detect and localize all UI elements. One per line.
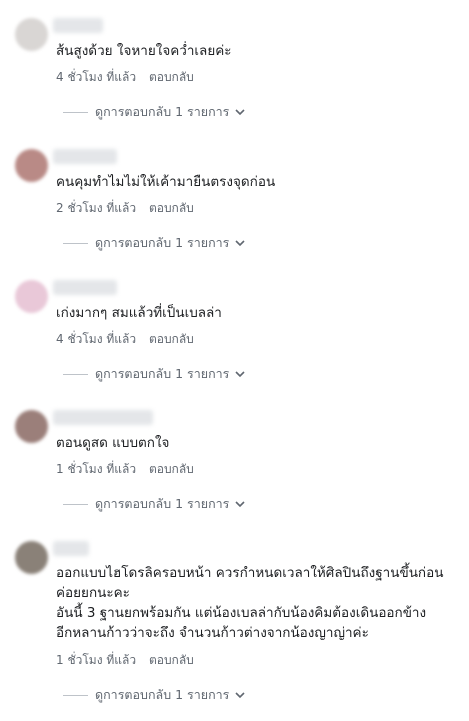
chevron-down-icon — [235, 109, 245, 116]
comment-text-line: อันนี้ 3 ฐานยกพร้อมกัน แต่น้องเบลล่ากับน… — [56, 605, 427, 621]
comment-text-line: ค่อยยกนะคะ — [56, 585, 130, 601]
comment-text: ส้นสูงด้วย ใจหายใจคว่ำเลยค่ะ — [56, 40, 461, 62]
comment-text: คนคุมทำไมไม่ให้เค้ามายืนตรงจุดก่อน — [56, 171, 461, 193]
avatar[interactable] — [15, 280, 48, 313]
chevron-down-icon — [235, 501, 245, 508]
avatar[interactable] — [15, 541, 48, 574]
view-replies-label: ดูการตอบกลับ 1 รายการ — [95, 366, 230, 381]
comment-text-line: ออกแบบไฮโดรลิครอบหน้า ควรกำหนดเวลาให้ศิล… — [56, 565, 444, 581]
divider-line — [63, 503, 88, 505]
view-replies-label: ดูการตอบกลับ 1 รายการ — [95, 496, 230, 511]
divider-line — [63, 242, 88, 244]
author-name-redacted[interactable] — [53, 410, 153, 425]
author-name-redacted[interactable] — [53, 18, 103, 33]
view-replies-link[interactable]: ดูการตอบกลับ 1 รายการ — [63, 233, 245, 253]
view-replies-link[interactable]: ดูการตอบกลับ 1 รายการ — [63, 102, 245, 122]
divider-line — [63, 111, 88, 113]
reply-link[interactable]: ตอบกลับ — [149, 332, 194, 346]
avatar[interactable] — [15, 410, 48, 443]
view-replies-link[interactable]: ดูการตอบกลับ 1 รายการ — [63, 494, 245, 514]
comment-meta: 1 ชั่วโมง ที่แล้ว ตอบกลับ — [56, 460, 200, 479]
comment-text-line: เก่งมากๆ สมแล้วที่เป็นเบลล่า — [56, 305, 222, 321]
comment-text: เก่งมากๆ สมแล้วที่เป็นเบลล่า — [56, 302, 461, 324]
chevron-down-icon — [235, 692, 245, 699]
view-replies-label: ดูการตอบกลับ 1 รายการ — [95, 687, 230, 702]
author-name-redacted[interactable] — [53, 280, 117, 295]
author-name-redacted[interactable] — [53, 541, 89, 556]
comment-text-line: คนคุมทำไมไม่ให้เค้ามายืนตรงจุดก่อน — [56, 174, 276, 190]
avatar[interactable] — [15, 149, 48, 182]
comment-text: ออกแบบไฮโดรลิครอบหน้า ควรกำหนดเวลาให้ศิล… — [56, 563, 461, 643]
comment-meta: 2 ชั่วโมง ที่แล้ว ตอบกลับ — [56, 199, 200, 218]
comment-time[interactable]: 1 ชั่วโมง ที่แล้ว — [56, 462, 136, 476]
comment-text-line: ส้นสูงด้วย ใจหายใจคว่ำเลยค่ะ — [56, 43, 232, 59]
reply-link[interactable]: ตอบกลับ — [149, 70, 194, 84]
comment-text-line: ตอนดูสด แบบตกใจ — [56, 435, 170, 451]
reply-link[interactable]: ตอบกลับ — [149, 462, 194, 476]
comment-meta: 4 ชั่วโมง ที่แล้ว ตอบกลับ — [56, 68, 200, 87]
reply-link[interactable]: ตอบกลับ — [149, 653, 194, 667]
comment-text: ตอนดูสด แบบตกใจ — [56, 432, 461, 454]
view-replies-label: ดูการตอบกลับ 1 รายการ — [95, 104, 230, 119]
comment-time[interactable]: 2 ชั่วโมง ที่แล้ว — [56, 201, 136, 215]
comment-meta: 1 ชั่วโมง ที่แล้ว ตอบกลับ — [56, 651, 200, 670]
reply-link[interactable]: ตอบกลับ — [149, 201, 194, 215]
comment-time[interactable]: 4 ชั่วโมง ที่แล้ว — [56, 70, 136, 84]
view-replies-link[interactable]: ดูการตอบกลับ 1 รายการ — [63, 364, 245, 384]
view-replies-link[interactable]: ดูการตอบกลับ 1 รายการ — [63, 685, 245, 705]
author-name-redacted[interactable] — [53, 149, 117, 164]
chevron-down-icon — [235, 371, 245, 378]
view-replies-label: ดูการตอบกลับ 1 รายการ — [95, 235, 230, 250]
comment-time[interactable]: 4 ชั่วโมง ที่แล้ว — [56, 332, 136, 346]
comment-time[interactable]: 1 ชั่วโมง ที่แล้ว — [56, 653, 136, 667]
chevron-down-icon — [235, 240, 245, 247]
avatar[interactable] — [15, 18, 48, 51]
comment-meta: 4 ชั่วโมง ที่แล้ว ตอบกลับ — [56, 330, 200, 349]
divider-line — [63, 694, 88, 696]
comment-text-line: อีกหลานก้าวว่าจะถึง จำนวนก้าวต่างจากน้อง… — [56, 625, 369, 641]
divider-line — [63, 373, 88, 375]
